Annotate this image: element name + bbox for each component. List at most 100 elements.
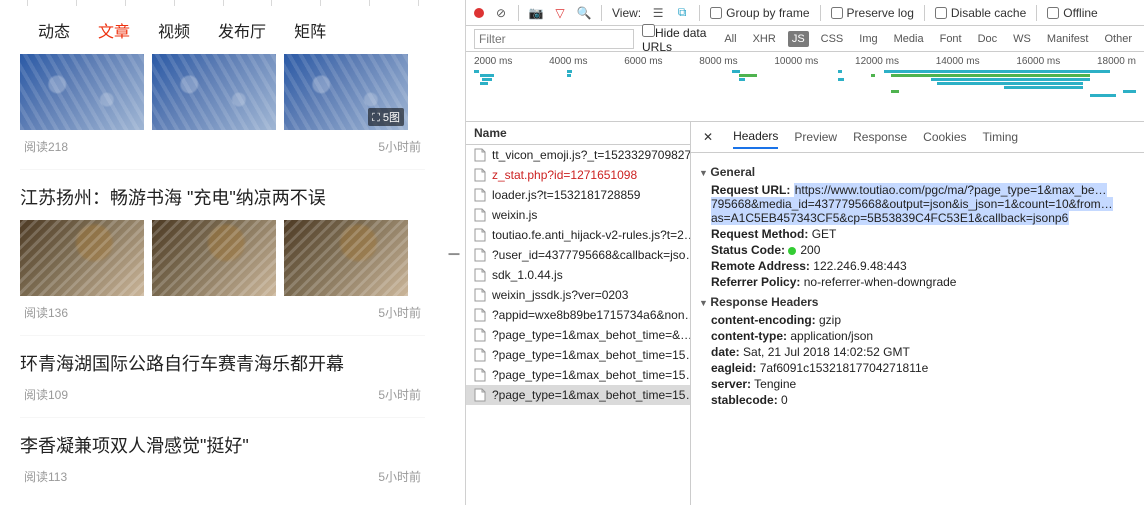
- search-icon[interactable]: 🔍: [577, 6, 591, 20]
- request-item[interactable]: weixin.js: [466, 205, 690, 225]
- request-item[interactable]: ?page_type=1&max_behot_time=15…: [466, 365, 690, 385]
- offline-checkbox[interactable]: Offline: [1047, 6, 1097, 20]
- nav-tabs: 动态 文章 视频 发布厅 矩阵: [20, 18, 425, 42]
- request-detail: ✕ Headers Preview Response Cookies Timin…: [691, 122, 1144, 505]
- request-item[interactable]: loader.js?t=1532181728859: [466, 185, 690, 205]
- thumbnail[interactable]: [284, 220, 408, 296]
- remote-address-value: 122.246.9.48:443: [813, 259, 906, 273]
- request-item[interactable]: ?page_type=1&max_behot_time=15…: [466, 385, 690, 405]
- split-handle[interactable]: ||: [445, 0, 465, 505]
- type-other[interactable]: Other: [1100, 31, 1136, 47]
- response-header-key: content-type:: [711, 329, 787, 343]
- reads-label: 阅读109: [24, 386, 68, 403]
- request-item[interactable]: tt_vicon_emoji.js?_t=1523329709827: [466, 145, 690, 165]
- response-header-value: 0: [781, 393, 788, 407]
- network-toolbar: ⊘ 📷 ▽ 🔍 View: ☰ ⧉ Group by frame Preserv…: [466, 0, 1144, 26]
- time-tick: 4000 ms: [549, 56, 587, 67]
- status-code-key: Status Code:: [711, 243, 785, 257]
- request-item[interactable]: ?appid=wxe8b89be1715734a6&non…: [466, 305, 690, 325]
- type-css[interactable]: CSS: [817, 31, 848, 47]
- detail-tab-cookies[interactable]: Cookies: [923, 126, 966, 148]
- type-media[interactable]: Media: [890, 31, 928, 47]
- content-area: 动态 文章 视频 发布厅 矩阵 ⛶ 5图 阅读218 5小时前 江苏扬州：畅游书…: [0, 8, 445, 485]
- response-header-key: content-encoding:: [711, 313, 816, 327]
- type-js[interactable]: JS: [788, 31, 809, 47]
- request-item[interactable]: sdk_1.0.44.js: [466, 265, 690, 285]
- time-label: 5小时前: [378, 468, 421, 485]
- record-icon[interactable]: [474, 8, 484, 18]
- request-item[interactable]: ?page_type=1&max_behot_time=15…: [466, 345, 690, 365]
- type-ws[interactable]: WS: [1009, 31, 1035, 47]
- close-detail-button[interactable]: ✕: [699, 130, 717, 144]
- time-label: 5小时前: [378, 386, 421, 403]
- camera-icon[interactable]: 📷: [529, 6, 543, 20]
- thumbnail[interactable]: [152, 220, 276, 296]
- type-all[interactable]: All: [720, 31, 740, 47]
- preserve-log-checkbox[interactable]: Preserve log: [831, 6, 914, 20]
- thumbnail[interactable]: ⛶ 5图: [284, 54, 408, 130]
- type-manifest[interactable]: Manifest: [1043, 31, 1093, 47]
- tab-publish[interactable]: 发布厅: [218, 18, 266, 42]
- response-header-value: 7af6091c15321817704271811e: [760, 361, 929, 375]
- detail-tab-response[interactable]: Response: [853, 126, 907, 148]
- time-tick: 8000 ms: [699, 56, 737, 67]
- article-title: 李香凝兼项双人滑感觉"挺好": [20, 432, 425, 458]
- detail-tab-headers[interactable]: Headers: [733, 125, 778, 149]
- reads-label: 阅读136: [24, 304, 68, 321]
- filter-row: Hide data URLs All XHR JS CSS Img Media …: [466, 26, 1144, 52]
- type-img[interactable]: Img: [855, 31, 881, 47]
- tab-video[interactable]: 视频: [158, 18, 190, 42]
- thumbnail[interactable]: [152, 54, 276, 130]
- hide-data-urls-checkbox[interactable]: Hide data URLs: [642, 24, 712, 54]
- article-item[interactable]: 环青海湖国际公路自行车赛青海乐都开幕 阅读109 5小时前: [20, 335, 425, 403]
- waterfall-view-icon[interactable]: ⧉: [675, 6, 689, 20]
- response-header-key: server:: [711, 377, 751, 391]
- request-item[interactable]: ?page_type=1&max_behot_time=&…: [466, 325, 690, 345]
- article-item[interactable]: 江苏扬州：畅游书海 "充电"纳凉两不误 阅读136 5小时前: [20, 169, 425, 321]
- name-column-header[interactable]: Name: [466, 122, 690, 145]
- detail-tab-timing[interactable]: Timing: [983, 126, 1019, 148]
- time-tick: 18000 m: [1097, 56, 1136, 67]
- thumb-row: ⛶ 5图: [20, 54, 425, 130]
- clear-icon[interactable]: ⊘: [494, 6, 508, 20]
- tab-article[interactable]: 文章: [98, 18, 130, 42]
- article-title: 环青海湖国际公路自行车赛青海乐都开幕: [20, 350, 425, 376]
- general-section-header[interactable]: General: [699, 165, 1134, 179]
- status-code-value: 200: [788, 243, 820, 257]
- webpage-pane: 动态 文章 视频 发布厅 矩阵 ⛶ 5图 阅读218 5小时前 江苏扬州：畅游书…: [0, 0, 445, 505]
- response-header-value: gzip: [819, 313, 841, 327]
- thumbnail[interactable]: [20, 54, 144, 130]
- filter-icon[interactable]: ▽: [553, 6, 567, 20]
- request-item[interactable]: ?user_id=4377795668&callback=jso…: [466, 245, 690, 265]
- group-by-frame-checkbox[interactable]: Group by frame: [710, 6, 809, 20]
- response-header-value: Tengine: [754, 377, 796, 391]
- filter-input[interactable]: [474, 29, 634, 49]
- ruler-top: [0, 0, 445, 8]
- request-item[interactable]: z_stat.php?id=1271651098: [466, 165, 690, 185]
- type-xhr[interactable]: XHR: [749, 31, 780, 47]
- waterfall-overview[interactable]: 2000 ms 4000 ms 6000 ms 8000 ms 10000 ms…: [466, 52, 1144, 122]
- type-doc[interactable]: Doc: [974, 31, 1002, 47]
- response-header-key: stablecode:: [711, 393, 778, 407]
- response-headers-section-header[interactable]: Response Headers: [699, 295, 1134, 309]
- request-item[interactable]: toutiao.fe.anti_hijack-v2-rules.js?t=2…: [466, 225, 690, 245]
- tab-dynamic[interactable]: 动态: [38, 18, 70, 42]
- time-tick: 12000 ms: [855, 56, 899, 67]
- thumbnail[interactable]: [20, 220, 144, 296]
- response-header-key: eagleid:: [711, 361, 756, 375]
- disable-cache-checkbox[interactable]: Disable cache: [935, 6, 1026, 20]
- network-body: Name tt_vicon_emoji.js?_t=1523329709827z…: [466, 122, 1144, 505]
- detail-tab-preview[interactable]: Preview: [794, 126, 837, 148]
- list-view-icon[interactable]: ☰: [651, 6, 665, 20]
- article-item[interactable]: 李香凝兼项双人滑感觉"挺好" 阅读113 5小时前: [20, 417, 425, 485]
- article-title: 江苏扬州：畅游书海 "充电"纳凉两不误: [20, 184, 425, 210]
- response-header-key: date:: [711, 345, 740, 359]
- referrer-policy-key: Referrer Policy:: [711, 275, 800, 289]
- tab-matrix[interactable]: 矩阵: [294, 18, 326, 42]
- view-label: View:: [612, 6, 641, 20]
- type-font[interactable]: Font: [936, 31, 966, 47]
- request-item[interactable]: weixin_jssdk.js?ver=0203: [466, 285, 690, 305]
- time-label: 5小时前: [378, 304, 421, 321]
- image-count-badge: ⛶ 5图: [368, 108, 404, 126]
- request-method-key: Request Method:: [711, 227, 808, 241]
